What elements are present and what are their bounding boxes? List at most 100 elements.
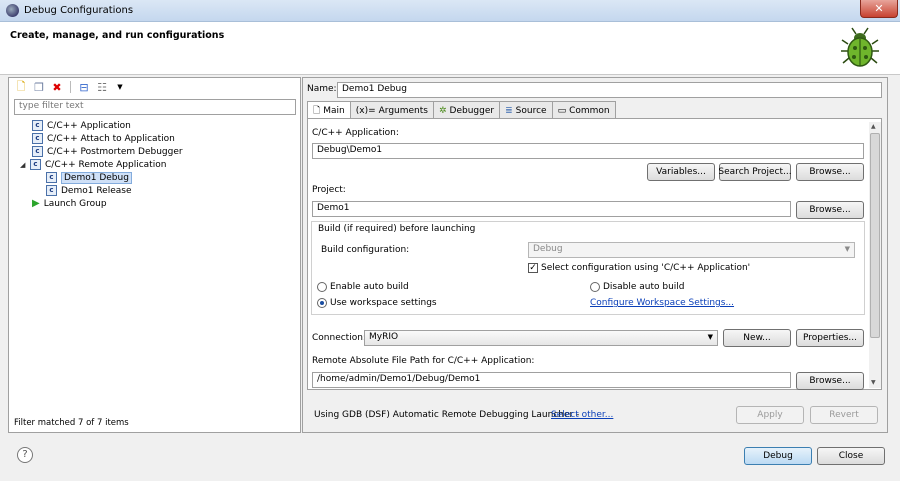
tab-label: Source <box>515 105 547 116</box>
tab-label: Debugger <box>449 105 495 116</box>
tree-item-label: C/C++ Application <box>47 120 131 131</box>
chevron-down-icon: ▼ <box>844 245 850 253</box>
collapse-all-icon[interactable]: ⊟ <box>77 80 91 94</box>
tab-bar: 🗋 Main (x)= Arguments ✲ Debugger ≣ Sourc… <box>307 101 616 120</box>
tree-item-cpp-remote[interactable]: ◢ c C/C++ Remote Application <box>20 158 183 171</box>
scroll-up-icon[interactable]: ▲ <box>871 123 876 130</box>
tab-common[interactable]: ▭ Common <box>551 101 616 119</box>
new-connection-button[interactable]: New... <box>723 329 791 347</box>
tree-item-label: Launch Group <box>43 198 107 209</box>
filter-status: Filter matched 7 of 7 items <box>14 418 129 428</box>
tab-label: Common <box>569 105 610 116</box>
select-other-link[interactable]: Select other... <box>551 410 613 420</box>
launcher-text: Using GDB (DSF) Automatic Remote Debuggi… <box>314 410 580 420</box>
configure-workspace-settings-link[interactable]: Configure Workspace Settings... <box>590 298 734 308</box>
tab-label: Main <box>323 106 345 116</box>
debugger-icon: ✲ <box>438 105 447 116</box>
use-workspace-settings-option[interactable]: Use workspace settings <box>317 298 437 308</box>
filter-icon[interactable]: ☷ <box>95 80 109 94</box>
build-configuration-combo[interactable]: Debug ▼ <box>528 242 855 258</box>
scroll-down-icon[interactable]: ▼ <box>871 379 876 386</box>
filter-input[interactable]: type filter text <box>14 99 296 115</box>
build-configuration-label: Build configuration: <box>321 245 410 255</box>
disable-auto-build-radio[interactable] <box>590 282 600 292</box>
browse-project-button[interactable]: Browse... <box>796 201 864 219</box>
tab-source[interactable]: ≣ Source <box>499 101 553 119</box>
connection-properties-button[interactable]: Properties... <box>796 329 864 347</box>
debug-bug-icon <box>841 27 879 67</box>
banner-title: Create, manage, and run configurations <box>10 30 225 41</box>
cpp-application-label: C/C++ Application: <box>312 128 399 138</box>
source-icon: ≣ <box>505 105 513 116</box>
configuration-tree: c C/C++ Application c C/C++ Attach to Ap… <box>20 119 183 210</box>
debug-button[interactable]: Debug <box>744 447 812 465</box>
name-input[interactable]: Demo1 Debug <box>337 82 882 98</box>
tree-item-label: C/C++ Attach to Application <box>47 133 175 144</box>
project-label: Project: <box>312 185 346 195</box>
c-icon: c <box>30 159 41 170</box>
cpp-application-input[interactable]: Debug\Demo1 <box>312 143 864 159</box>
enable-auto-build-radio[interactable] <box>317 282 327 292</box>
connection-value: MyRIO <box>369 332 399 342</box>
scrollbar-thumb[interactable] <box>870 133 880 338</box>
tab-debugger[interactable]: ✲ Debugger <box>432 101 501 119</box>
remote-path-label: Remote Absolute File Path for C/C++ Appl… <box>312 356 535 366</box>
c-icon: c <box>32 133 43 144</box>
tree-item-cpp-postmortem[interactable]: c C/C++ Postmortem Debugger <box>32 145 183 158</box>
variables-button[interactable]: Variables... <box>647 163 715 181</box>
launch-group-icon: ▶ <box>32 198 40 209</box>
browse-application-button[interactable]: Browse... <box>796 163 864 181</box>
connection-select[interactable]: MyRIO ▼ <box>364 330 718 346</box>
new-configuration-icon[interactable]: 🗋 <box>14 80 28 94</box>
left-toolbar: 🗋 ❐ ✖ ⊟ ☷ ▼ <box>14 80 127 94</box>
tree-item-demo1-release[interactable]: c Demo1 Release <box>46 184 183 197</box>
c-icon: c <box>46 172 57 183</box>
revert-button[interactable]: Revert <box>810 406 878 424</box>
c-icon: c <box>46 185 57 196</box>
disable-auto-build-label: Disable auto build <box>603 282 685 292</box>
tree-item-label: Demo1 Release <box>61 185 132 196</box>
connection-label: Connection: <box>312 333 366 343</box>
tab-arguments[interactable]: (x)= Arguments <box>349 101 434 119</box>
tree-item-cpp-application[interactable]: c C/C++ Application <box>32 119 183 132</box>
enable-auto-build-label: Enable auto build <box>330 282 409 292</box>
select-configuration-checkbox[interactable]: ✓ <box>528 263 538 273</box>
use-workspace-settings-radio[interactable] <box>317 298 327 308</box>
c-icon: c <box>32 146 43 157</box>
window-close-button[interactable]: ✕ <box>860 0 898 18</box>
delete-icon[interactable]: ✖ <box>50 80 64 94</box>
main-tab-icon: 🗋 <box>313 106 321 116</box>
build-group-label: Build (if required) before launching <box>318 224 476 234</box>
help-icon[interactable]: ? <box>17 447 33 463</box>
apply-button[interactable]: Apply <box>736 406 804 424</box>
use-workspace-settings-label: Use workspace settings <box>330 298 437 308</box>
tree-item-label: C/C++ Postmortem Debugger <box>47 146 183 157</box>
c-icon: c <box>32 120 43 131</box>
title-bar <box>0 0 900 22</box>
window-title: Debug Configurations <box>24 5 134 16</box>
enable-auto-build-option[interactable]: Enable auto build <box>317 282 409 292</box>
name-label: Name: <box>307 84 337 94</box>
build-configuration-value: Debug <box>533 244 563 254</box>
expand-triangle-icon[interactable]: ◢ <box>20 161 28 169</box>
browse-remote-path-button[interactable]: Browse... <box>796 372 864 390</box>
tree-item-label: C/C++ Remote Application <box>45 159 167 170</box>
chevron-down-icon: ▼ <box>707 333 713 341</box>
disable-auto-build-option[interactable]: Disable auto build <box>590 282 685 292</box>
project-input[interactable]: Demo1 <box>312 201 791 217</box>
search-project-button[interactable]: Search Project... <box>718 163 792 181</box>
arguments-icon: (x)= <box>355 105 376 116</box>
dropdown-arrow-icon[interactable]: ▼ <box>113 80 127 94</box>
close-button[interactable]: Close <box>817 447 885 465</box>
tree-item-launch-group[interactable]: ▶ Launch Group <box>32 197 183 210</box>
select-configuration-option[interactable]: ✓ Select configuration using 'C/C++ Appl… <box>528 263 750 273</box>
common-icon: ▭ <box>557 105 567 116</box>
select-configuration-label: Select configuration using 'C/C++ Applic… <box>541 263 751 273</box>
tree-item-demo1-debug[interactable]: c Demo1 Debug <box>46 171 183 184</box>
remote-path-input[interactable]: /home/admin/Demo1/Debug/Demo1 <box>312 372 791 388</box>
duplicate-icon[interactable]: ❐ <box>32 80 46 94</box>
eclipse-app-icon <box>6 4 19 17</box>
tab-label: Arguments <box>378 105 428 116</box>
tree-item-label: Demo1 Debug <box>61 171 132 184</box>
tree-item-cpp-attach[interactable]: c C/C++ Attach to Application <box>32 132 183 145</box>
